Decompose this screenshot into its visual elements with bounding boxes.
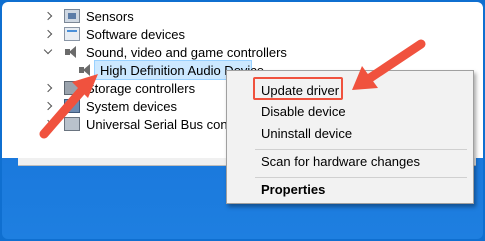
arrow-to-audio-device: [39, 74, 98, 139]
arrow-to-update-driver: [352, 39, 426, 90]
annotation-arrows: [39, 39, 426, 139]
screenshot-frame: Sensors Software devices Sound, video an…: [2, 2, 483, 239]
